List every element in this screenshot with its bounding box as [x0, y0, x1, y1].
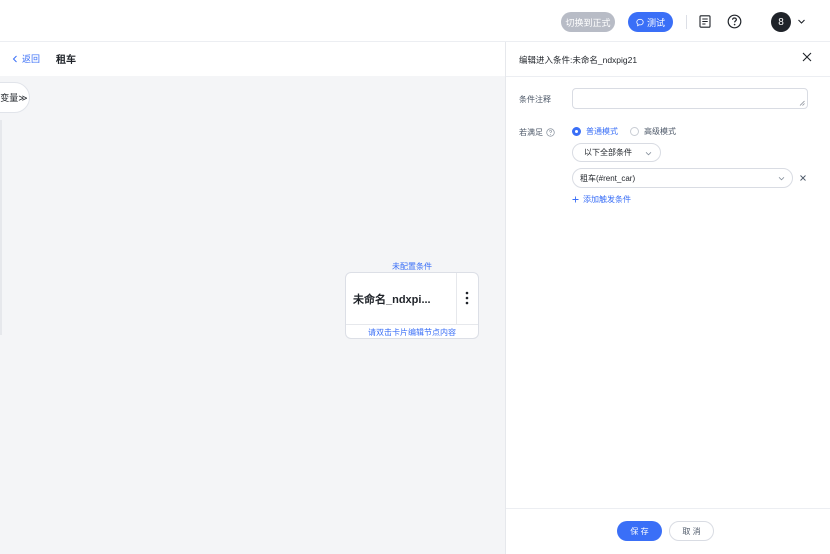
plus-icon	[572, 196, 579, 203]
mode-radio-group: 普通模式 高级模式	[572, 126, 676, 137]
add-condition-label: 添加触发条件	[583, 195, 631, 204]
switch-to-production-button[interactable]: 切换到正式	[561, 12, 615, 32]
document-icon[interactable]	[699, 15, 711, 28]
avatar-text: 8	[778, 16, 784, 28]
condition-label-text: 若满足	[519, 128, 543, 137]
node-condition-hint[interactable]: 未配置条件	[345, 261, 479, 272]
back-link-label: 返回	[22, 54, 41, 64]
normal-mode-label[interactable]: 普通模式	[586, 126, 618, 137]
condition-edit-panel: 编辑进入条件:未命名_ndxpig21 条件注释 若满足 普通模式 高级模式 以…	[505, 42, 830, 554]
node-footer-hint: 请双击卡片编辑节点内容	[368, 328, 456, 337]
node-divider	[456, 273, 457, 324]
add-trigger-condition-button[interactable]: 添加触发条件	[572, 194, 631, 205]
top-bar: 切换到正式 测试 8	[0, 0, 830, 42]
panel-title: 编辑进入条件:未命名_ndxpig21	[519, 55, 638, 65]
note-textarea[interactable]	[572, 88, 808, 109]
left-panel-edge	[0, 120, 2, 335]
condition-select-value: 租车(#rent_car)	[580, 173, 636, 183]
chevron-down-icon[interactable]	[797, 17, 806, 26]
switch-button-label: 切换到正式	[565, 17, 611, 28]
sub-header: 返回 租车	[0, 42, 505, 76]
panel-header-divider	[506, 76, 830, 77]
avatar[interactable]: 8	[771, 12, 791, 32]
back-link[interactable]: 返回	[12, 52, 40, 65]
radio-advanced-mode[interactable]	[630, 127, 639, 136]
save-button[interactable]: 保 存	[617, 521, 662, 541]
match-all-select[interactable]: 以下全部条件	[572, 143, 661, 162]
page-title: 租车	[56, 55, 76, 66]
test-button-label: 测试	[646, 17, 665, 28]
toolbar-divider	[686, 15, 687, 29]
cancel-button[interactable]: 取 消	[669, 521, 714, 541]
radio-normal-mode[interactable]	[572, 127, 581, 136]
chevron-down-icon	[778, 177, 785, 181]
note-label: 条件注释	[519, 95, 551, 104]
flow-node-card[interactable]: 未命名_ndxpi... 请双击卡片编辑节点内容	[345, 272, 479, 339]
node-title: 未命名_ndxpi...	[353, 294, 431, 306]
condition-select[interactable]: 租车(#rent_car)	[572, 168, 793, 188]
close-icon[interactable]	[801, 51, 813, 63]
node-footer-divider	[346, 324, 478, 325]
chevron-left-icon	[12, 55, 17, 62]
cancel-button-label: 取 消	[682, 526, 701, 536]
chevron-down-icon	[645, 152, 652, 156]
save-button-label: 保 存	[630, 526, 649, 536]
panel-footer-divider	[506, 508, 830, 509]
chat-icon	[636, 18, 644, 26]
match-all-value: 以下全部条件	[584, 148, 632, 157]
variable-tab-label: 变量≫	[0, 93, 28, 103]
advanced-mode-label[interactable]: 高级模式	[644, 126, 676, 137]
test-button[interactable]: 测试	[628, 12, 673, 32]
more-vertical-icon[interactable]	[462, 290, 472, 306]
question-circle-icon[interactable]	[546, 128, 555, 137]
variable-panel-toggle[interactable]: 变量≫	[0, 82, 30, 113]
resize-handle-icon[interactable]	[799, 100, 805, 106]
help-icon[interactable]	[727, 14, 742, 29]
condition-label: 若满足	[519, 127, 555, 138]
remove-condition-icon[interactable]	[799, 174, 807, 182]
